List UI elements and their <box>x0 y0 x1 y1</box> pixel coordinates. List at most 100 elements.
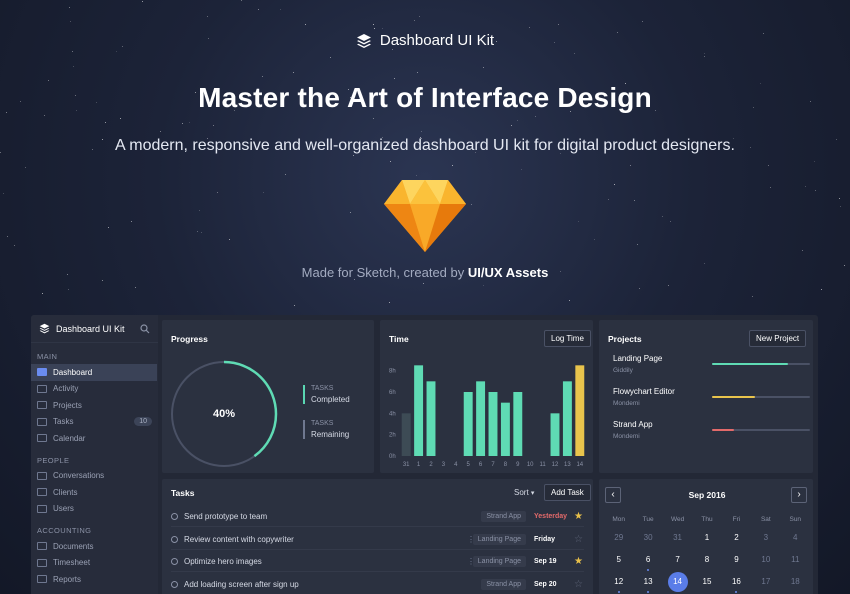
star <box>352 155 354 157</box>
x-tick-label: 13 <box>564 462 571 468</box>
sidebar-item-documents[interactable]: Documents <box>31 538 158 555</box>
calendar-day[interactable]: 3 <box>751 527 780 549</box>
calendar-day[interactable]: 5 <box>604 549 633 571</box>
star-icon[interactable]: ☆ <box>574 579 583 590</box>
calendar-day[interactable]: 8 <box>692 549 721 571</box>
sidebar-item-dashboard[interactable]: Dashboard <box>31 364 157 381</box>
weekday-label: Fri <box>732 516 741 523</box>
star <box>636 244 638 246</box>
calendar-day-number: 11 <box>791 555 800 564</box>
sidebar-item-label: Conversations <box>53 471 105 481</box>
task-checkbox[interactable] <box>171 558 178 565</box>
star <box>292 72 294 74</box>
calendar-day[interactable]: 13 <box>633 571 662 593</box>
star <box>529 26 531 28</box>
sidebar-item-calendar[interactable]: Calendar <box>31 430 158 447</box>
add-task-button[interactable]: Add Task <box>544 484 591 501</box>
calendar-next-button[interactable]: › <box>791 487 807 503</box>
time-bar <box>463 392 473 456</box>
sidebar-item-clients[interactable]: Clients <box>31 484 158 501</box>
calendar-day-number: 10 <box>761 555 771 564</box>
calendar-day[interactable]: 9 <box>722 549 751 571</box>
calendar-day[interactable]: 14 <box>663 571 692 593</box>
time-bar <box>562 381 572 456</box>
project-name: Landing Page <box>613 354 663 363</box>
task-checkbox[interactable] <box>171 580 178 588</box>
hero-credit-author[interactable]: UI/UX Assets <box>468 265 548 280</box>
star <box>14 245 16 247</box>
sidebar-item-reports[interactable]: Reports <box>31 571 158 588</box>
chevron-down-icon: ▾ <box>530 490 535 497</box>
task-row[interactable]: Add loading screen after sign up Strand A… <box>171 575 584 594</box>
star <box>374 27 376 29</box>
star <box>520 168 522 170</box>
task-row[interactable]: Review content with copywriter ⋮ Landing P… <box>171 530 584 550</box>
calendar-day[interactable]: 18 <box>781 571 810 593</box>
calendar-day[interactable]: 7 <box>663 549 692 571</box>
task-checkbox[interactable] <box>171 513 178 520</box>
calendar-day-number: 29 <box>614 533 624 542</box>
star <box>769 186 771 188</box>
star <box>752 295 754 297</box>
tasks-card: Tasks Sort ▾ Add Task Send prototype to … <box>162 479 593 594</box>
sidebar-item-projects[interactable]: Projects <box>31 397 158 414</box>
sidebar-item-users[interactable]: Users <box>31 501 158 518</box>
star <box>73 65 75 67</box>
star <box>821 289 823 291</box>
weekday-label: Wed <box>670 516 685 523</box>
project-item[interactable]: Strand App Mondemi <box>613 420 653 440</box>
star <box>470 203 472 205</box>
calendar-day[interactable]: 17 <box>751 571 780 593</box>
calendar-day[interactable]: 11 <box>781 549 810 571</box>
sidebar-item-label: Calendar <box>53 433 86 443</box>
time-bar <box>488 392 498 456</box>
sidebar-item-activity[interactable]: Activity <box>31 381 158 398</box>
sort-dropdown[interactable]: Sort ▾ <box>514 488 534 497</box>
sidebar-item-conversations[interactable]: Conversations <box>31 468 158 485</box>
task-text: Send prototype to team <box>184 512 268 521</box>
calendar-day[interactable]: 6 <box>633 549 662 571</box>
hero-credit-prefix: Made for Sketch, created by <box>301 265 465 280</box>
star <box>43 115 45 117</box>
time-bar <box>550 413 560 456</box>
task-row[interactable]: Send prototype to team Strand App Yesterda… <box>171 507 584 527</box>
project-progress-fill <box>712 429 734 431</box>
project-item[interactable]: Landing Page Giddily <box>613 354 662 374</box>
calendar-day[interactable]: 2 <box>722 527 751 549</box>
project-progress-bar <box>712 363 810 365</box>
sidebar-item-label: Projects <box>53 400 82 410</box>
calendar-day[interactable]: 15 <box>692 571 721 593</box>
new-project-button[interactable]: New Project <box>749 330 807 347</box>
sidebar-item-tasks[interactable]: Tasks 10 <box>31 414 158 431</box>
calendar-day[interactable]: 4 <box>781 527 810 549</box>
calendar-day[interactable]: 31 <box>663 527 692 549</box>
star <box>633 199 635 201</box>
tasks-count-badge: 10 <box>134 417 152 427</box>
calendar-day[interactable]: 12 <box>604 571 633 593</box>
star <box>577 220 579 222</box>
sidebar-item-timesheet[interactable]: Timesheet <box>31 555 158 572</box>
star <box>414 19 416 21</box>
star <box>768 164 770 166</box>
task-checkbox[interactable] <box>171 535 178 543</box>
star <box>670 220 672 222</box>
search-icon[interactable] <box>140 323 150 334</box>
star <box>594 238 596 240</box>
sidebar-header: Dashboard UI Kit <box>31 315 158 343</box>
star <box>630 164 632 166</box>
calendar-day[interactable]: 10 <box>751 549 780 571</box>
time-bar <box>476 381 486 456</box>
task-row[interactable]: Optimize hero images ⋮ Landing Page Sep 19 ★ <box>171 552 584 572</box>
star <box>115 51 117 53</box>
star-icon[interactable]: ★ <box>574 511 583 522</box>
star-icon[interactable]: ★ <box>574 556 583 567</box>
calendar-day[interactable]: 30 <box>633 527 662 549</box>
calendar-day[interactable]: 1 <box>692 527 721 549</box>
project-item[interactable]: Flowychart Editor Mondemi <box>613 387 675 407</box>
star <box>240 0 242 1</box>
hero-subtitle: A modern, responsive and well-organized … <box>115 137 735 154</box>
calendar-day[interactable]: 16 <box>722 571 751 593</box>
calendar-day[interactable]: 29 <box>604 527 633 549</box>
star-icon[interactable]: ☆ <box>574 534 583 545</box>
legend-remaining: TASKS Remaining <box>303 420 349 439</box>
